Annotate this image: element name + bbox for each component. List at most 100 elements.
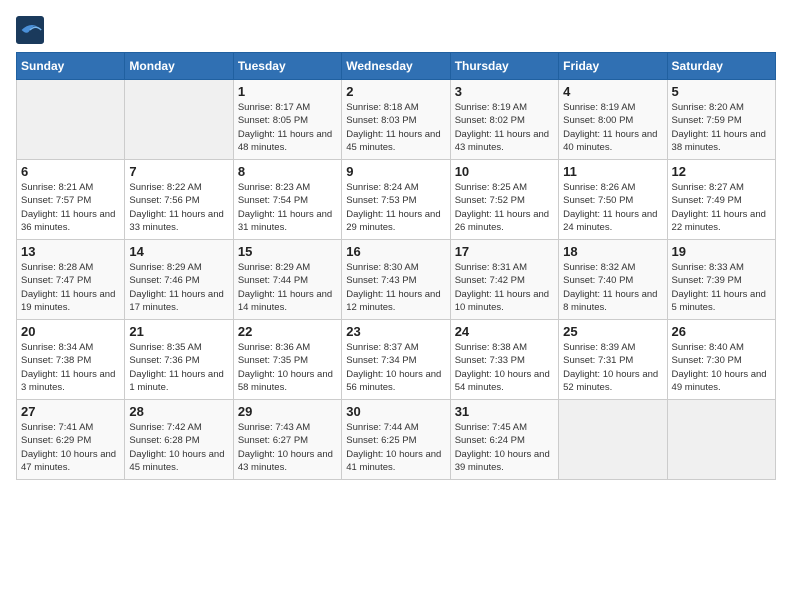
calendar-cell: 30Sunrise: 7:44 AM Sunset: 6:25 PM Dayli… <box>342 400 450 480</box>
day-number: 10 <box>455 164 554 179</box>
calendar-cell: 18Sunrise: 8:32 AM Sunset: 7:40 PM Dayli… <box>559 240 667 320</box>
day-number: 15 <box>238 244 337 259</box>
calendar-week-row: 13Sunrise: 8:28 AM Sunset: 7:47 PM Dayli… <box>17 240 776 320</box>
day-info: Sunrise: 8:26 AM Sunset: 7:50 PM Dayligh… <box>563 181 662 234</box>
day-number: 2 <box>346 84 445 99</box>
day-number: 14 <box>129 244 228 259</box>
day-number: 6 <box>21 164 120 179</box>
day-info: Sunrise: 8:23 AM Sunset: 7:54 PM Dayligh… <box>238 181 337 234</box>
calendar-cell: 6 Sunrise: 8:21 AM Sunset: 7:57 PM Daylig… <box>17 160 125 240</box>
day-info: Sunrise: 8:21 AM Sunset: 7:57 PM Dayligh… <box>21 181 120 234</box>
day-info: Sunrise: 8:37 AM Sunset: 7:34 PM Dayligh… <box>346 341 445 394</box>
calendar-cell: 1Sunrise: 8:17 AM Sunset: 8:05 PM Daylig… <box>233 80 341 160</box>
day-info: Sunrise: 8:27 AM Sunset: 7:49 PM Dayligh… <box>672 181 771 234</box>
calendar-cell: 29 Sunrise: 7:43 AM Sunset: 6:27 PM Dayli… <box>233 400 341 480</box>
day-number: 20 <box>21 324 120 339</box>
day-info: Sunrise: 8:34 AM Sunset: 7:38 PM Dayligh… <box>21 341 120 394</box>
calendar-cell: 13Sunrise: 8:28 AM Sunset: 7:47 PM Dayli… <box>17 240 125 320</box>
calendar-cell <box>667 400 775 480</box>
day-number: 25 <box>563 324 662 339</box>
day-info: Sunrise: 8:20 AM Sunset: 7:59 PM Dayligh… <box>672 101 771 154</box>
day-number: 29 <box>238 404 337 419</box>
day-info: Sunrise: 8:35 AM Sunset: 7:36 PM Dayligh… <box>129 341 228 394</box>
day-number: 28 <box>129 404 228 419</box>
calendar-cell: 24 Sunrise: 8:38 AM Sunset: 7:33 PM Dayli… <box>450 320 558 400</box>
logo <box>16 16 48 44</box>
day-number: 27 <box>21 404 120 419</box>
calendar-cell: 14 Sunrise: 8:29 AM Sunset: 7:46 PM Dayli… <box>125 240 233 320</box>
calendar-cell: 7 Sunrise: 8:22 AM Sunset: 7:56 PM Daylig… <box>125 160 233 240</box>
calendar-cell: 17 Sunrise: 8:31 AM Sunset: 7:42 PM Dayli… <box>450 240 558 320</box>
day-number: 31 <box>455 404 554 419</box>
calendar-cell: 12 Sunrise: 8:27 AM Sunset: 7:49 PM Dayli… <box>667 160 775 240</box>
calendar-cell: 5Sunrise: 8:20 AM Sunset: 7:59 PM Daylig… <box>667 80 775 160</box>
calendar-cell: 19 Sunrise: 8:33 AM Sunset: 7:39 PM Dayli… <box>667 240 775 320</box>
day-number: 16 <box>346 244 445 259</box>
day-info: Sunrise: 8:29 AM Sunset: 7:46 PM Dayligh… <box>129 261 228 314</box>
day-info: Sunrise: 8:22 AM Sunset: 7:56 PM Dayligh… <box>129 181 228 234</box>
day-number: 24 <box>455 324 554 339</box>
day-number: 30 <box>346 404 445 419</box>
weekday-header-monday: Monday <box>125 53 233 80</box>
calendar-table: SundayMondayTuesdayWednesdayThursdayFrid… <box>16 52 776 480</box>
calendar-cell: 11 Sunrise: 8:26 AM Sunset: 7:50 PM Dayli… <box>559 160 667 240</box>
day-info: Sunrise: 7:45 AM Sunset: 6:24 PM Dayligh… <box>455 421 554 474</box>
calendar-cell <box>125 80 233 160</box>
calendar-cell: 9 Sunrise: 8:24 AM Sunset: 7:53 PM Daylig… <box>342 160 450 240</box>
calendar-week-row: 27 Sunrise: 7:41 AM Sunset: 6:29 PM Dayli… <box>17 400 776 480</box>
day-number: 3 <box>455 84 554 99</box>
calendar-body: 1Sunrise: 8:17 AM Sunset: 8:05 PM Daylig… <box>17 80 776 480</box>
weekday-header-thursday: Thursday <box>450 53 558 80</box>
calendar-cell: 15 Sunrise: 8:29 AM Sunset: 7:44 PM Dayli… <box>233 240 341 320</box>
calendar-cell: 26 Sunrise: 8:40 AM Sunset: 7:30 PM Dayli… <box>667 320 775 400</box>
day-info: Sunrise: 8:36 AM Sunset: 7:35 PM Dayligh… <box>238 341 337 394</box>
day-info: Sunrise: 7:43 AM Sunset: 6:27 PM Dayligh… <box>238 421 337 474</box>
day-number: 11 <box>563 164 662 179</box>
day-number: 22 <box>238 324 337 339</box>
calendar-week-row: 20 Sunrise: 8:34 AM Sunset: 7:38 PM Dayli… <box>17 320 776 400</box>
day-number: 7 <box>129 164 228 179</box>
day-info: Sunrise: 8:39 AM Sunset: 7:31 PM Dayligh… <box>563 341 662 394</box>
day-number: 26 <box>672 324 771 339</box>
calendar-cell: 4 Sunrise: 8:19 AM Sunset: 8:00 PM Daylig… <box>559 80 667 160</box>
day-number: 23 <box>346 324 445 339</box>
page-header <box>16 16 776 44</box>
day-number: 17 <box>455 244 554 259</box>
calendar-cell: 25 Sunrise: 8:39 AM Sunset: 7:31 PM Dayli… <box>559 320 667 400</box>
day-info: Sunrise: 7:41 AM Sunset: 6:29 PM Dayligh… <box>21 421 120 474</box>
calendar-cell <box>17 80 125 160</box>
calendar-week-row: 1Sunrise: 8:17 AM Sunset: 8:05 PM Daylig… <box>17 80 776 160</box>
day-number: 21 <box>129 324 228 339</box>
weekday-header-tuesday: Tuesday <box>233 53 341 80</box>
day-info: Sunrise: 8:38 AM Sunset: 7:33 PM Dayligh… <box>455 341 554 394</box>
day-number: 12 <box>672 164 771 179</box>
day-number: 4 <box>563 84 662 99</box>
day-info: Sunrise: 8:24 AM Sunset: 7:53 PM Dayligh… <box>346 181 445 234</box>
day-info: Sunrise: 8:31 AM Sunset: 7:42 PM Dayligh… <box>455 261 554 314</box>
calendar-cell: 27 Sunrise: 7:41 AM Sunset: 6:29 PM Dayli… <box>17 400 125 480</box>
calendar-cell: 20 Sunrise: 8:34 AM Sunset: 7:38 PM Dayli… <box>17 320 125 400</box>
day-info: Sunrise: 8:19 AM Sunset: 8:02 PM Dayligh… <box>455 101 554 154</box>
calendar-cell: 23 Sunrise: 8:37 AM Sunset: 7:34 PM Dayli… <box>342 320 450 400</box>
weekday-header-row: SundayMondayTuesdayWednesdayThursdayFrid… <box>17 53 776 80</box>
day-info: Sunrise: 8:29 AM Sunset: 7:44 PM Dayligh… <box>238 261 337 314</box>
day-number: 9 <box>346 164 445 179</box>
weekday-header-sunday: Sunday <box>17 53 125 80</box>
calendar-cell: 31 Sunrise: 7:45 AM Sunset: 6:24 PM Dayli… <box>450 400 558 480</box>
calendar-week-row: 6 Sunrise: 8:21 AM Sunset: 7:57 PM Daylig… <box>17 160 776 240</box>
day-info: Sunrise: 8:40 AM Sunset: 7:30 PM Dayligh… <box>672 341 771 394</box>
day-info: Sunrise: 8:18 AM Sunset: 8:03 PM Dayligh… <box>346 101 445 154</box>
day-info: Sunrise: 7:42 AM Sunset: 6:28 PM Dayligh… <box>129 421 228 474</box>
day-info: Sunrise: 8:19 AM Sunset: 8:00 PM Dayligh… <box>563 101 662 154</box>
day-number: 19 <box>672 244 771 259</box>
day-number: 18 <box>563 244 662 259</box>
day-info: Sunrise: 8:17 AM Sunset: 8:05 PM Dayligh… <box>238 101 337 154</box>
weekday-header-saturday: Saturday <box>667 53 775 80</box>
day-info: Sunrise: 8:28 AM Sunset: 7:47 PM Dayligh… <box>21 261 120 314</box>
weekday-header-wednesday: Wednesday <box>342 53 450 80</box>
calendar-cell: 21 Sunrise: 8:35 AM Sunset: 7:36 PM Dayli… <box>125 320 233 400</box>
calendar-cell: 8Sunrise: 8:23 AM Sunset: 7:54 PM Daylig… <box>233 160 341 240</box>
day-info: Sunrise: 8:30 AM Sunset: 7:43 PM Dayligh… <box>346 261 445 314</box>
calendar-cell: 28 Sunrise: 7:42 AM Sunset: 6:28 PM Dayli… <box>125 400 233 480</box>
day-info: Sunrise: 8:33 AM Sunset: 7:39 PM Dayligh… <box>672 261 771 314</box>
